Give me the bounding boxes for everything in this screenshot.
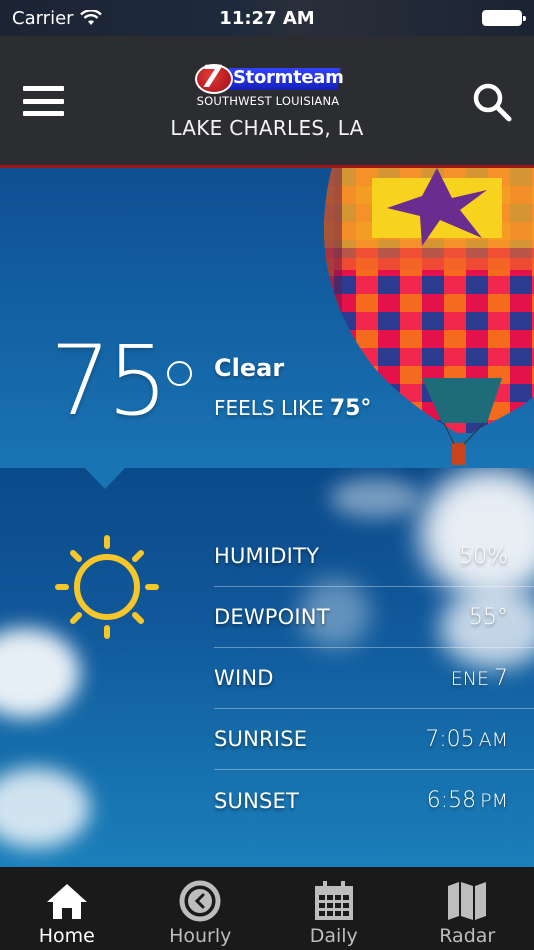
tab-label: Hourly bbox=[169, 925, 232, 947]
tab-label: Home bbox=[38, 925, 95, 947]
detail-value-unit: AM bbox=[478, 728, 508, 751]
tab-radar[interactable]: Radar bbox=[401, 867, 534, 950]
detail-value: 7:05 AM bbox=[425, 727, 508, 752]
logo-subtitle: SOUTHWEST LOUISIANA bbox=[196, 94, 340, 108]
detail-row-wind: WIND ENE 7 bbox=[214, 648, 534, 709]
detail-value: 6:58 PM bbox=[427, 788, 508, 813]
detail-label: DEWPOINT bbox=[214, 605, 330, 629]
detail-label: SUNSET bbox=[214, 788, 300, 813]
status-bar: Carrier 11:27 AM bbox=[0, 0, 534, 36]
feels-like: FEELS LIKE 75° bbox=[214, 396, 371, 421]
detail-value-main: 50% bbox=[459, 543, 508, 569]
location-title[interactable]: LAKE CHARLES, LA bbox=[0, 116, 534, 140]
detail-row-humidity: HUMIDITY 50% bbox=[214, 526, 534, 587]
tab-daily[interactable]: Daily bbox=[267, 867, 401, 950]
detail-value: ENE 7 bbox=[451, 666, 508, 691]
logo-name: Stormteam bbox=[233, 67, 344, 88]
clock-icon bbox=[179, 880, 221, 922]
detail-value: 50% bbox=[459, 544, 508, 569]
detail-row-dewpoint: DEWPOINT 55° bbox=[214, 587, 534, 648]
home-icon bbox=[46, 884, 87, 919]
battery-full-icon bbox=[482, 10, 526, 26]
tab-hourly[interactable]: Hourly bbox=[134, 867, 268, 950]
condition-text: Clear bbox=[214, 354, 285, 382]
stormteam-logo: Stormteam 7 SOUTHWEST LOUISIANA bbox=[195, 60, 344, 108]
current-conditions-panel: 75 Clear FEELS LIKE 75° bbox=[0, 168, 534, 468]
carrier-label: Carrier bbox=[12, 7, 74, 29]
tab-home[interactable]: Home bbox=[0, 867, 134, 950]
detail-value: 55° bbox=[469, 605, 508, 630]
wifi-icon bbox=[79, 10, 102, 25]
wind-direction: ENE bbox=[450, 667, 489, 690]
logo-badge-number: 7 bbox=[201, 60, 222, 95]
panel-pointer bbox=[84, 467, 126, 489]
detail-row-sunrise: SUNRISE 7:05 AM bbox=[214, 709, 534, 770]
search-icon bbox=[473, 83, 512, 122]
detail-value-main: 7 bbox=[494, 665, 508, 691]
cloud-decoration bbox=[0, 628, 80, 718]
cloud-decoration bbox=[330, 478, 420, 518]
feels-like-label: FEELS LIKE bbox=[214, 396, 324, 420]
tab-label: Daily bbox=[309, 925, 358, 947]
detail-label: WIND bbox=[214, 666, 274, 690]
feels-like-value: 75° bbox=[329, 396, 372, 421]
tab-bar: Home Hourly Daily Radar bbox=[0, 867, 534, 950]
detail-row-sunset: SUNSET 6:58 PM bbox=[214, 770, 534, 831]
current-temperature: 75 bbox=[50, 325, 168, 437]
hot-air-balloon-image bbox=[324, 168, 534, 465]
details-list: HUMIDITY 50% DEWPOINT 55° WIND ENE 7 SUNR… bbox=[214, 526, 534, 831]
detail-label: SUNRISE bbox=[214, 727, 308, 751]
details-panel: HUMIDITY 50% DEWPOINT 55° WIND ENE 7 SUNR… bbox=[0, 468, 534, 867]
map-icon bbox=[448, 882, 487, 920]
tab-label: Radar bbox=[439, 925, 496, 947]
menu-button[interactable] bbox=[23, 86, 64, 116]
calendar-icon bbox=[314, 881, 353, 920]
detail-label: HUMIDITY bbox=[214, 544, 320, 568]
sun-icon bbox=[55, 535, 159, 639]
detail-value-main: 55° bbox=[469, 604, 508, 630]
detail-value-main: 7:05 bbox=[425, 726, 475, 752]
detail-value-unit: PM bbox=[480, 790, 508, 812]
degree-symbol bbox=[167, 361, 192, 386]
hamburger-menu-icon bbox=[23, 86, 64, 91]
hamburger-line bbox=[23, 98, 64, 104]
detail-value-main: 6:58 bbox=[426, 788, 477, 813]
search-button[interactable] bbox=[470, 80, 514, 124]
cloud-decoration bbox=[0, 768, 90, 848]
